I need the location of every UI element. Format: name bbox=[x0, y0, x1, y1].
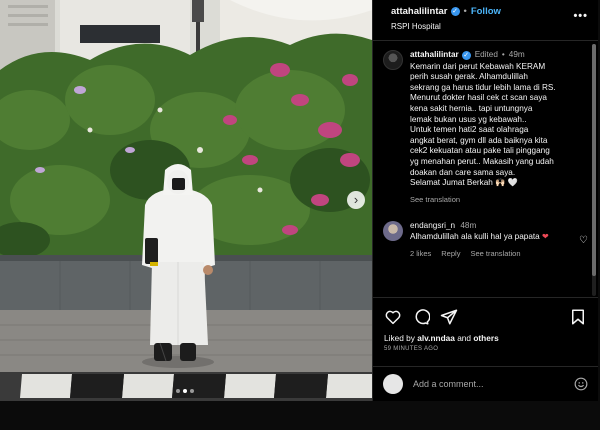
comment-text-body: Alhamdulillah ala kulli hal ya papata bbox=[410, 231, 540, 241]
scrollbar[interactable] bbox=[592, 44, 596, 296]
verified-badge-icon: ✓ bbox=[450, 7, 460, 16]
add-comment-bar: Add a comment... bbox=[373, 366, 598, 401]
follow-button[interactable]: Follow bbox=[471, 6, 501, 17]
comment-item: endangsri_n 48m Alhamdulillah ala kulli … bbox=[383, 221, 588, 259]
comment-like-heart-icon[interactable]: ♡ bbox=[579, 235, 588, 246]
liked-by-user[interactable]: alv.nndaa bbox=[417, 333, 455, 343]
comment-likes[interactable]: 2 likes bbox=[410, 249, 431, 260]
caption-see-translation[interactable]: See translation bbox=[410, 195, 556, 206]
comment-time: 48m bbox=[460, 221, 477, 231]
verified-badge-icon: ✓ bbox=[461, 50, 471, 60]
post-image bbox=[0, 0, 372, 401]
post-actions: Liked by alv.nndaa and others 59 MINUTES… bbox=[373, 297, 598, 368]
liked-by-prefix: Liked by bbox=[384, 333, 415, 343]
post-side-panel: attahalilintar ✓ • Follow RSPI Hospital … bbox=[372, 0, 598, 401]
caption-username[interactable]: attahalilintar bbox=[410, 50, 459, 61]
add-comment-input[interactable]: Add a comment... bbox=[413, 379, 574, 389]
post-modal: › attahalilintar ✓ • Follow RSPI Hospita… bbox=[0, 0, 598, 401]
carousel-next-button[interactable]: › bbox=[347, 191, 365, 209]
commenter-avatar[interactable] bbox=[383, 221, 403, 242]
liked-by-line: Liked by alv.nndaa and others bbox=[384, 333, 587, 343]
author-avatar[interactable] bbox=[383, 50, 403, 70]
caption-text: Kemarin dari perut Kebawah KERAM perih s… bbox=[410, 61, 556, 188]
caption: attahalilintar ✓ Edited • 49m Kemarin da… bbox=[383, 50, 588, 205]
comment-username[interactable]: endangsri_n bbox=[410, 221, 455, 230]
post-time-ago: 59 MINUTES AGO bbox=[384, 346, 439, 352]
red-heart-emoji-icon: ❤ bbox=[542, 231, 549, 241]
emoji-smiley-icon[interactable] bbox=[574, 377, 588, 391]
carousel-dot bbox=[176, 389, 180, 393]
liked-by-others[interactable]: others bbox=[473, 333, 498, 343]
share-paper-plane-icon[interactable] bbox=[440, 308, 458, 326]
separator-dot: • bbox=[501, 50, 505, 59]
comment-text: Alhamdulillah ala kulli hal ya papata ❤ bbox=[410, 232, 570, 243]
post-photo[interactable]: › bbox=[0, 0, 372, 401]
edited-label: Edited bbox=[474, 50, 498, 59]
carousel-indicator bbox=[176, 389, 194, 393]
comment-reply-button[interactable]: Reply bbox=[441, 249, 460, 260]
carousel-dot bbox=[190, 389, 194, 393]
separator-dot: • bbox=[463, 6, 467, 17]
comment-see-translation[interactable]: See translation bbox=[470, 249, 520, 260]
comments-scroll-area[interactable]: attahalilintar ✓ Edited • 49m Kemarin da… bbox=[373, 42, 598, 296]
scrollbar-thumb[interactable] bbox=[592, 44, 596, 276]
post-header: attahalilintar ✓ • Follow RSPI Hospital … bbox=[373, 0, 598, 41]
caption-time: 49m bbox=[508, 50, 525, 59]
liked-by-and: and bbox=[457, 333, 472, 343]
carousel-dot-active bbox=[183, 389, 187, 393]
comment-bubble-icon[interactable] bbox=[412, 308, 430, 326]
current-user-avatar bbox=[383, 374, 403, 394]
bookmark-icon[interactable] bbox=[569, 308, 587, 326]
author-username[interactable]: attahalilintar bbox=[391, 6, 448, 17]
location-link[interactable]: RSPI Hospital bbox=[391, 22, 588, 31]
more-horizontal-icon[interactable]: ••• bbox=[573, 10, 588, 22]
like-heart-icon[interactable] bbox=[384, 308, 402, 326]
